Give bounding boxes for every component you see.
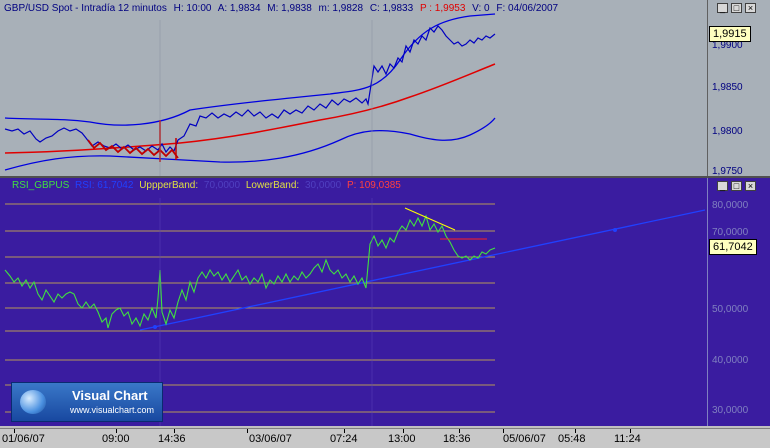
logo-title: Visual Chart [72,388,148,403]
maximize-icon: □ [733,181,740,191]
trendline-point [613,228,617,232]
maximize-icon: □ [733,3,740,13]
price-maximize-button[interactable]: □ [731,3,742,13]
logo-url: www.visualchart.com [70,405,155,415]
rsi-tick: 80,0000 [712,200,749,211]
rsi-current-badge: 61,7042 [709,239,757,255]
price-tick: 1,9750 [712,166,743,177]
rsi-tick: 50,0000 [712,304,749,315]
time-tick [247,429,248,433]
rsi-close-button[interactable]: × [745,181,756,191]
time-label: 09:00 [102,433,130,445]
rsi-trendline [139,209,706,331]
minimize-icon: _ [719,181,725,191]
price-high-time: H: 10:00 [173,3,212,14]
rsi-tick: 70,0000 [712,227,749,238]
lower-band-line [4,117,496,171]
price-min: m: 1,9828 [318,3,364,14]
time-label: 03/06/07 [249,433,292,445]
upper-band-line [4,13,496,126]
price-tick: 1,9800 [712,126,743,137]
rsi-lower-value: 30,0000 [305,180,342,191]
time-label: 05:48 [558,433,586,445]
time-label: 18:36 [443,433,471,445]
rsi-p-value: P: 109,0385 [346,180,401,191]
rsi-minimize-button[interactable]: _ [717,181,728,191]
rsi-tick: 30,0000 [712,405,749,416]
rsi-maximize-button[interactable]: □ [731,181,742,191]
price-date: F: 04/06/2007 [496,3,559,14]
rsi-lower-label: LowerBand: [245,180,300,191]
globe-logo-icon [20,390,46,414]
visual-chart-logo[interactable]: Visual Chart www.visualchart.com [11,382,163,422]
price-tick: 1,9850 [712,82,743,93]
rsi-upper-label: UppperBand: [139,180,199,191]
price-close: C: 1,9833 [369,3,414,14]
trendline-point [153,325,157,329]
close-icon: × [747,3,754,13]
time-label: 05/06/07 [503,433,546,445]
rsi-value: RSI: 61,7042 [75,180,134,191]
moving-average-line [4,63,496,154]
divergence-line-yellow [404,207,456,231]
time-label: 11:24 [614,433,641,445]
price-close-button[interactable]: × [745,3,756,13]
rsi-header: RSI_GBPUS RSI: 61,7042 UppperBand: 70,00… [12,180,404,191]
price-header: GBP/USD Spot - Intradía 12 minutos H: 10… [4,3,562,14]
rsi-line [4,214,496,329]
minimize-icon: _ [719,3,725,13]
price-open: A: 1,9834 [217,3,261,14]
price-minimize-button[interactable]: _ [717,3,728,13]
price-p: P : 1,9953 [419,3,466,14]
price-title: GBP/USD Spot - Intradía 12 minutos [4,3,167,14]
time-label: 01/06/07 [2,433,45,445]
price-chart-svg [4,13,496,176]
rsi-tick: 40,0000 [712,355,749,366]
rsi-name: RSI_GBPUS [12,180,70,191]
rsi-axis[interactable] [707,178,770,426]
rsi-upper-value: 70,0000 [203,180,241,191]
price-max: M: 1,9838 [267,3,312,14]
time-axis[interactable]: 01/06/07 09:00 14:36 03/06/07 07:24 13:0… [0,428,770,448]
price-volume: V: 0 [472,3,490,14]
close-icon: × [747,181,754,191]
time-label: 14:36 [158,433,186,445]
time-label: 07:24 [330,433,358,445]
time-label: 13:00 [388,433,416,445]
price-current-badge: 1,9915 [709,26,751,42]
